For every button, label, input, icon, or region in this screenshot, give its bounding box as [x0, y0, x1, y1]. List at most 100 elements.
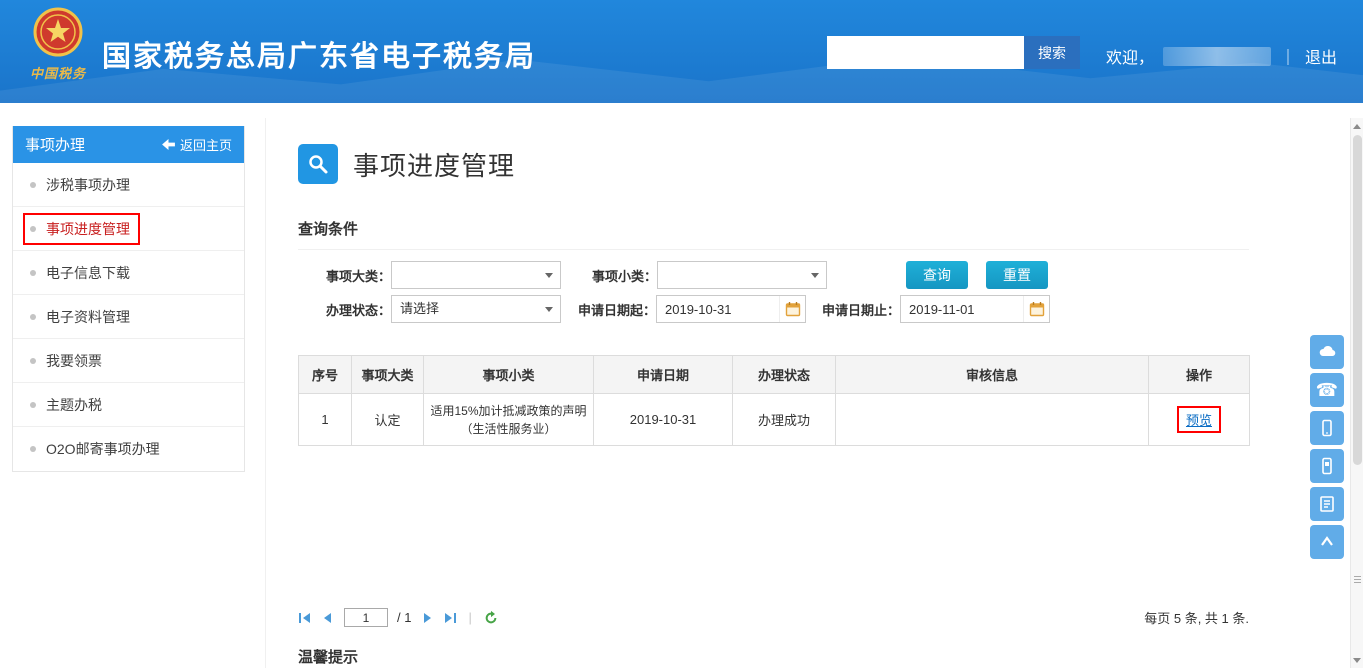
prev-page-button[interactable] — [321, 611, 335, 625]
main-content: 事项进度管理 查询条件 事项大类： 事项小类： 查询 重置 办理状态： 请选择 … — [265, 118, 1250, 668]
bullet-icon — [30, 182, 36, 188]
scroll-down-arrow[interactable] — [1351, 653, 1363, 667]
tax-bureau-logo: 中国税务 — [20, 7, 96, 82]
chevron-down-icon — [811, 273, 819, 278]
sidebar-title: 事项办理 — [25, 134, 85, 155]
date-to-label: 申请日期止： — [814, 300, 900, 319]
user-divider: ｜ — [1280, 44, 1296, 68]
col-major: 事项大类 — [352, 356, 424, 394]
logout-link[interactable]: 退出 — [1305, 44, 1337, 68]
cell-action: 预览 — [1149, 394, 1250, 446]
col-date: 申请日期 — [594, 356, 733, 394]
query-button[interactable]: 查询 — [906, 261, 968, 289]
minor-category-select[interactable] — [657, 261, 827, 289]
red-highlight-box: 事项进度管理 — [23, 213, 140, 245]
pagination-bar: / 1 | 每页 5 条, 共 1 条. — [298, 608, 1249, 627]
bullet-icon — [30, 402, 36, 408]
preview-link[interactable]: 预览 — [1186, 413, 1212, 428]
cell-minor: 适用15%加计抵减政策的声明（生活性服务业） — [424, 394, 594, 446]
sidebar-item-theme-tax[interactable]: 主题办税 — [13, 383, 244, 427]
page-title-block: 事项进度管理 — [298, 144, 515, 184]
col-audit: 审核信息 — [836, 356, 1149, 394]
bullet-icon — [30, 314, 36, 320]
sidebar-item-o2o-mail[interactable]: O2O邮寄事项办理 — [13, 427, 244, 471]
pagination-summary: 每页 5 条, 共 1 条. — [1144, 608, 1249, 627]
major-category-label: 事项大类： — [311, 266, 391, 285]
back-to-top-icon[interactable] — [1310, 525, 1344, 559]
last-page-button[interactable] — [443, 611, 457, 625]
red-highlight-box: 预览 — [1177, 406, 1221, 433]
mobile-site-icon[interactable] — [1310, 449, 1344, 483]
table-header-row: 序号 事项大类 事项小类 申请日期 办理状态 审核信息 操作 — [299, 356, 1250, 394]
sidebar-header: 事项办理 返回主页 — [13, 126, 244, 163]
logo-caption: 中国税务 — [20, 63, 96, 82]
major-category-select[interactable] — [391, 261, 561, 289]
cloud-service-icon[interactable] — [1310, 335, 1344, 369]
date-from-field — [656, 295, 806, 323]
scroll-up-arrow[interactable] — [1351, 119, 1363, 133]
national-emblem-icon — [33, 7, 83, 57]
mobile-app-icon[interactable] — [1310, 411, 1344, 445]
status-selected-value: 请选择 — [400, 301, 439, 316]
tips-title: 温馨提示 — [298, 646, 358, 667]
col-action: 操作 — [1149, 356, 1250, 394]
query-form-row-1: 事项大类： 事项小类： 查询 重置 — [298, 261, 1048, 289]
sidebar-item-tax-matters[interactable]: 涉税事项办理 — [13, 163, 244, 207]
feedback-icon[interactable] — [1310, 487, 1344, 521]
query-form-row-2: 办理状态： 请选择 申请日期起： 申请日期止： — [298, 295, 1050, 323]
chevron-down-icon — [545, 273, 553, 278]
sidebar-item-invoice-collection[interactable]: 我要领票 — [13, 339, 244, 383]
search-input[interactable] — [827, 36, 1024, 69]
bullet-icon — [30, 446, 36, 452]
magnifier-icon — [298, 144, 338, 184]
date-to-field — [900, 295, 1050, 323]
hotline-icon[interactable]: ☎ — [1310, 373, 1344, 407]
reset-button[interactable]: 重置 — [986, 261, 1048, 289]
cell-major: 认定 — [352, 394, 424, 446]
status-label: 办理状态： — [311, 300, 391, 319]
app-header: 中国税务 国家税务总局广东省电子税务局 搜索 欢迎， ｜ 退出 — [0, 0, 1363, 103]
refresh-icon[interactable] — [483, 610, 499, 626]
username-redacted — [1163, 47, 1271, 66]
back-arrow-icon — [162, 139, 175, 150]
results-table: 序号 事项大类 事项小类 申请日期 办理状态 审核信息 操作 1 认定 适用15… — [298, 355, 1250, 446]
cell-status: 办理成功 — [733, 394, 836, 446]
calendar-icon[interactable] — [779, 296, 805, 322]
bullet-icon — [30, 270, 36, 276]
bullet-icon — [30, 358, 36, 364]
minor-category-label: 事项小类： — [577, 266, 657, 285]
app-title: 国家税务总局广东省电子税务局 — [102, 33, 536, 75]
next-page-button[interactable] — [420, 611, 434, 625]
page-total-label: / 1 — [397, 610, 411, 625]
col-minor: 事项小类 — [424, 356, 594, 394]
page-scrollbar — [1350, 118, 1363, 668]
col-status: 办理状态 — [733, 356, 836, 394]
scrollbar-grip — [1354, 576, 1361, 585]
status-select[interactable]: 请选择 — [391, 295, 561, 323]
header-search: 搜索 — [827, 36, 1080, 69]
sidebar-item-progress-management[interactable]: 事项进度管理 — [13, 207, 244, 251]
first-page-button[interactable] — [298, 611, 312, 625]
back-home-label: 返回主页 — [180, 135, 232, 154]
query-section-title: 查询条件 — [298, 218, 1249, 250]
chevron-down-icon — [545, 307, 553, 312]
search-button[interactable]: 搜索 — [1024, 36, 1080, 69]
sidebar: 事项办理 返回主页 涉税事项办理 事项进度管理 电子信息下载 电子资料管理 我要… — [12, 126, 245, 472]
table-row: 1 认定 适用15%加计抵减政策的声明（生活性服务业） 2019-10-31 办… — [299, 394, 1250, 446]
calendar-icon[interactable] — [1023, 296, 1049, 322]
sidebar-item-edoc-management[interactable]: 电子资料管理 — [13, 295, 244, 339]
cell-audit — [836, 394, 1149, 446]
date-from-label: 申请日期起： — [566, 300, 656, 319]
col-seq: 序号 — [299, 356, 352, 394]
back-home-link[interactable]: 返回主页 — [162, 135, 232, 154]
floating-toolbar: ☎ — [1310, 335, 1344, 559]
welcome-text: 欢迎， — [1106, 44, 1154, 68]
page-number-input[interactable] — [344, 608, 388, 627]
sidebar-item-einfo-download[interactable]: 电子信息下载 — [13, 251, 244, 295]
cell-date: 2019-10-31 — [594, 394, 733, 446]
user-area: 欢迎， ｜ 退出 — [1106, 44, 1337, 68]
bullet-icon — [30, 226, 36, 232]
cell-seq: 1 — [299, 394, 352, 446]
scrollbar-thumb[interactable] — [1353, 135, 1362, 465]
page-title: 事项进度管理 — [353, 146, 515, 183]
